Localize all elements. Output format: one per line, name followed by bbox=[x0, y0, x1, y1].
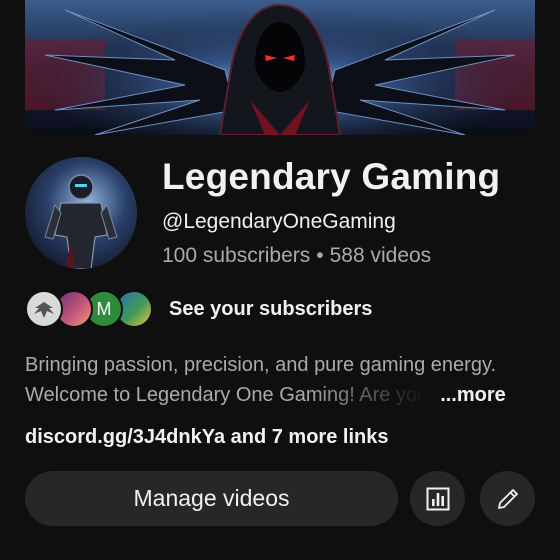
subscriber-avatar-letter: M bbox=[96, 298, 112, 319]
more-links-link[interactable]: and 7 more links bbox=[231, 426, 389, 448]
discord-link[interactable]: discord.gg/3J4dnkYa bbox=[25, 426, 225, 448]
channel-handle: @LegendaryOneGaming bbox=[162, 210, 396, 233]
knight-avatar-art bbox=[25, 157, 137, 269]
banner-artwork bbox=[25, 0, 535, 135]
video-count: 588 videos bbox=[329, 244, 432, 267]
analytics-button[interactable] bbox=[410, 471, 465, 526]
channel-stats: 100 subscribers • 588 videos bbox=[162, 244, 431, 268]
see-subscribers-row[interactable]: M See your subscribers bbox=[25, 290, 372, 328]
see-subscribers-label: See your subscribers bbox=[169, 297, 373, 320]
stats-separator: • bbox=[316, 244, 324, 267]
description-line-1: Bringing passion, precision, and pure ga… bbox=[25, 354, 497, 376]
pencil-icon bbox=[497, 488, 518, 509]
analytics-icon bbox=[426, 487, 449, 510]
manage-videos-button[interactable]: Manage videos bbox=[25, 471, 398, 526]
channel-avatar[interactable] bbox=[25, 157, 137, 269]
channel-description[interactable]: Bringing passion, precision, and pure ga… bbox=[25, 350, 540, 410]
edit-channel-button[interactable] bbox=[480, 471, 535, 526]
wings-icon bbox=[34, 302, 54, 318]
subscriber-count: 100 subscribers bbox=[162, 244, 311, 267]
channel-name: Legendary Gaming bbox=[162, 156, 501, 197]
description-line-2: Welcome to Legendary One Gaming! Are you bbox=[25, 384, 429, 406]
more-button[interactable]: ...more bbox=[440, 380, 506, 410]
subscriber-avatar-1 bbox=[25, 290, 63, 328]
channel-links: discord.gg/3J4dnkYa and 7 more links bbox=[25, 426, 388, 449]
channel-banner bbox=[25, 0, 535, 135]
